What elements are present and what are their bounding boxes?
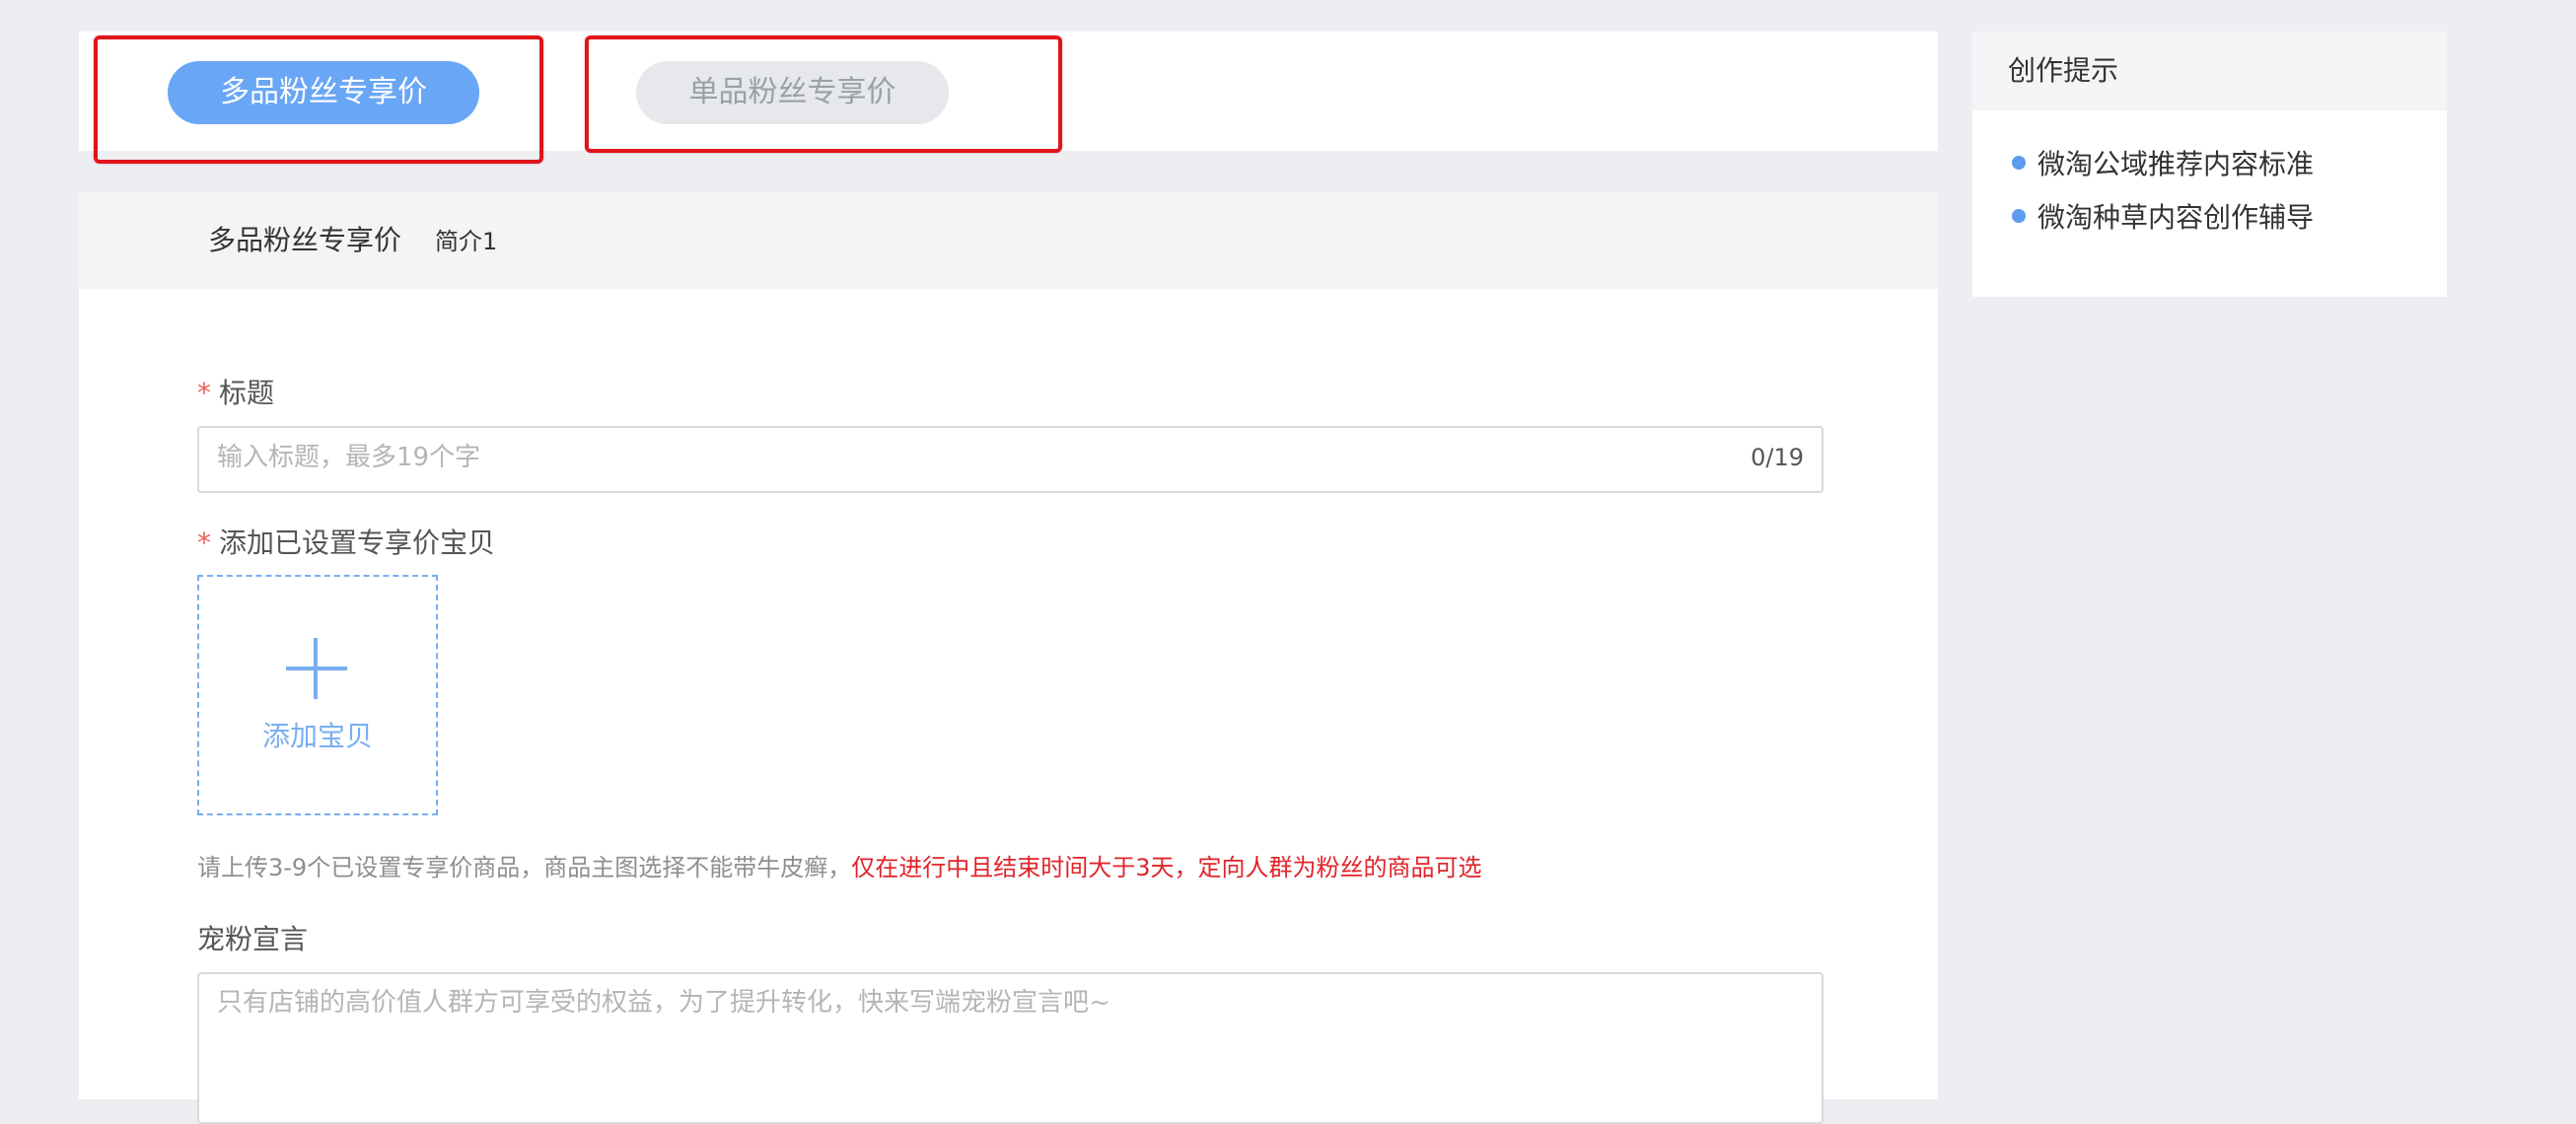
slogan-placeholder: 只有店铺的高价值人群方可享受的权益，为了提升转化，快来写端宠粉宣言吧~ [217, 988, 1110, 1018]
tip-link-creation-guide[interactable]: 微淘种草内容创作辅导 [2012, 200, 2314, 236]
items-hint-warning: 仅在进行中且结束时间大于3天，定向人群为粉丝的商品可选 [851, 854, 1482, 881]
highlight-box-single [585, 35, 1062, 153]
form-panel: 多品粉丝专享价 简介1 * 标题 输入标题，最多19个字 0/19 * 添加已设置专… [79, 192, 1938, 1124]
panel-header: 多品粉丝专享价 简介1 [79, 192, 1938, 289]
tip-link-recommend-standard[interactable]: 微淘公域推荐内容标准 [2012, 147, 2314, 182]
add-item-label: 添加宝贝 [261, 720, 373, 752]
required-mark: * [197, 527, 211, 559]
panel-subtitle: 简介1 [435, 228, 498, 255]
title-field-label: * 标题 [197, 377, 275, 409]
side-header: 创作提示 [1972, 32, 2447, 110]
items-hint: 请上传3-9个已设置专享价商品，商品主图选择不能带牛皮癣，仅在进行中且结束时间大… [197, 854, 1482, 881]
title-placeholder: 输入标题，最多19个字 [217, 443, 481, 472]
title-input[interactable]: 输入标题，最多19个字 0/19 [197, 426, 1824, 493]
title-char-counter: 0/19 [1751, 444, 1804, 471]
add-item-button[interactable]: 添加宝贝 [197, 575, 438, 815]
bullet-dot-icon [2012, 209, 2026, 223]
side-title: 创作提示 [2008, 54, 2119, 87]
panel-title: 多品粉丝专享价 [208, 224, 402, 256]
bullet-dot-icon [2012, 156, 2026, 170]
slogan-textarea[interactable]: 只有店铺的高价值人群方可享受的权益，为了提升转化，快来写端宠粉宣言吧~ [197, 972, 1824, 1124]
creation-tips-panel: 创作提示 微淘公域推荐内容标准 微淘种草内容创作辅导 [1972, 32, 2447, 297]
highlight-box-multi [94, 35, 543, 164]
items-field-label: * 添加已设置专享价宝贝 [197, 527, 496, 559]
required-mark: * [197, 377, 211, 409]
slogan-field-label: 宠粉宣言 [197, 923, 309, 955]
